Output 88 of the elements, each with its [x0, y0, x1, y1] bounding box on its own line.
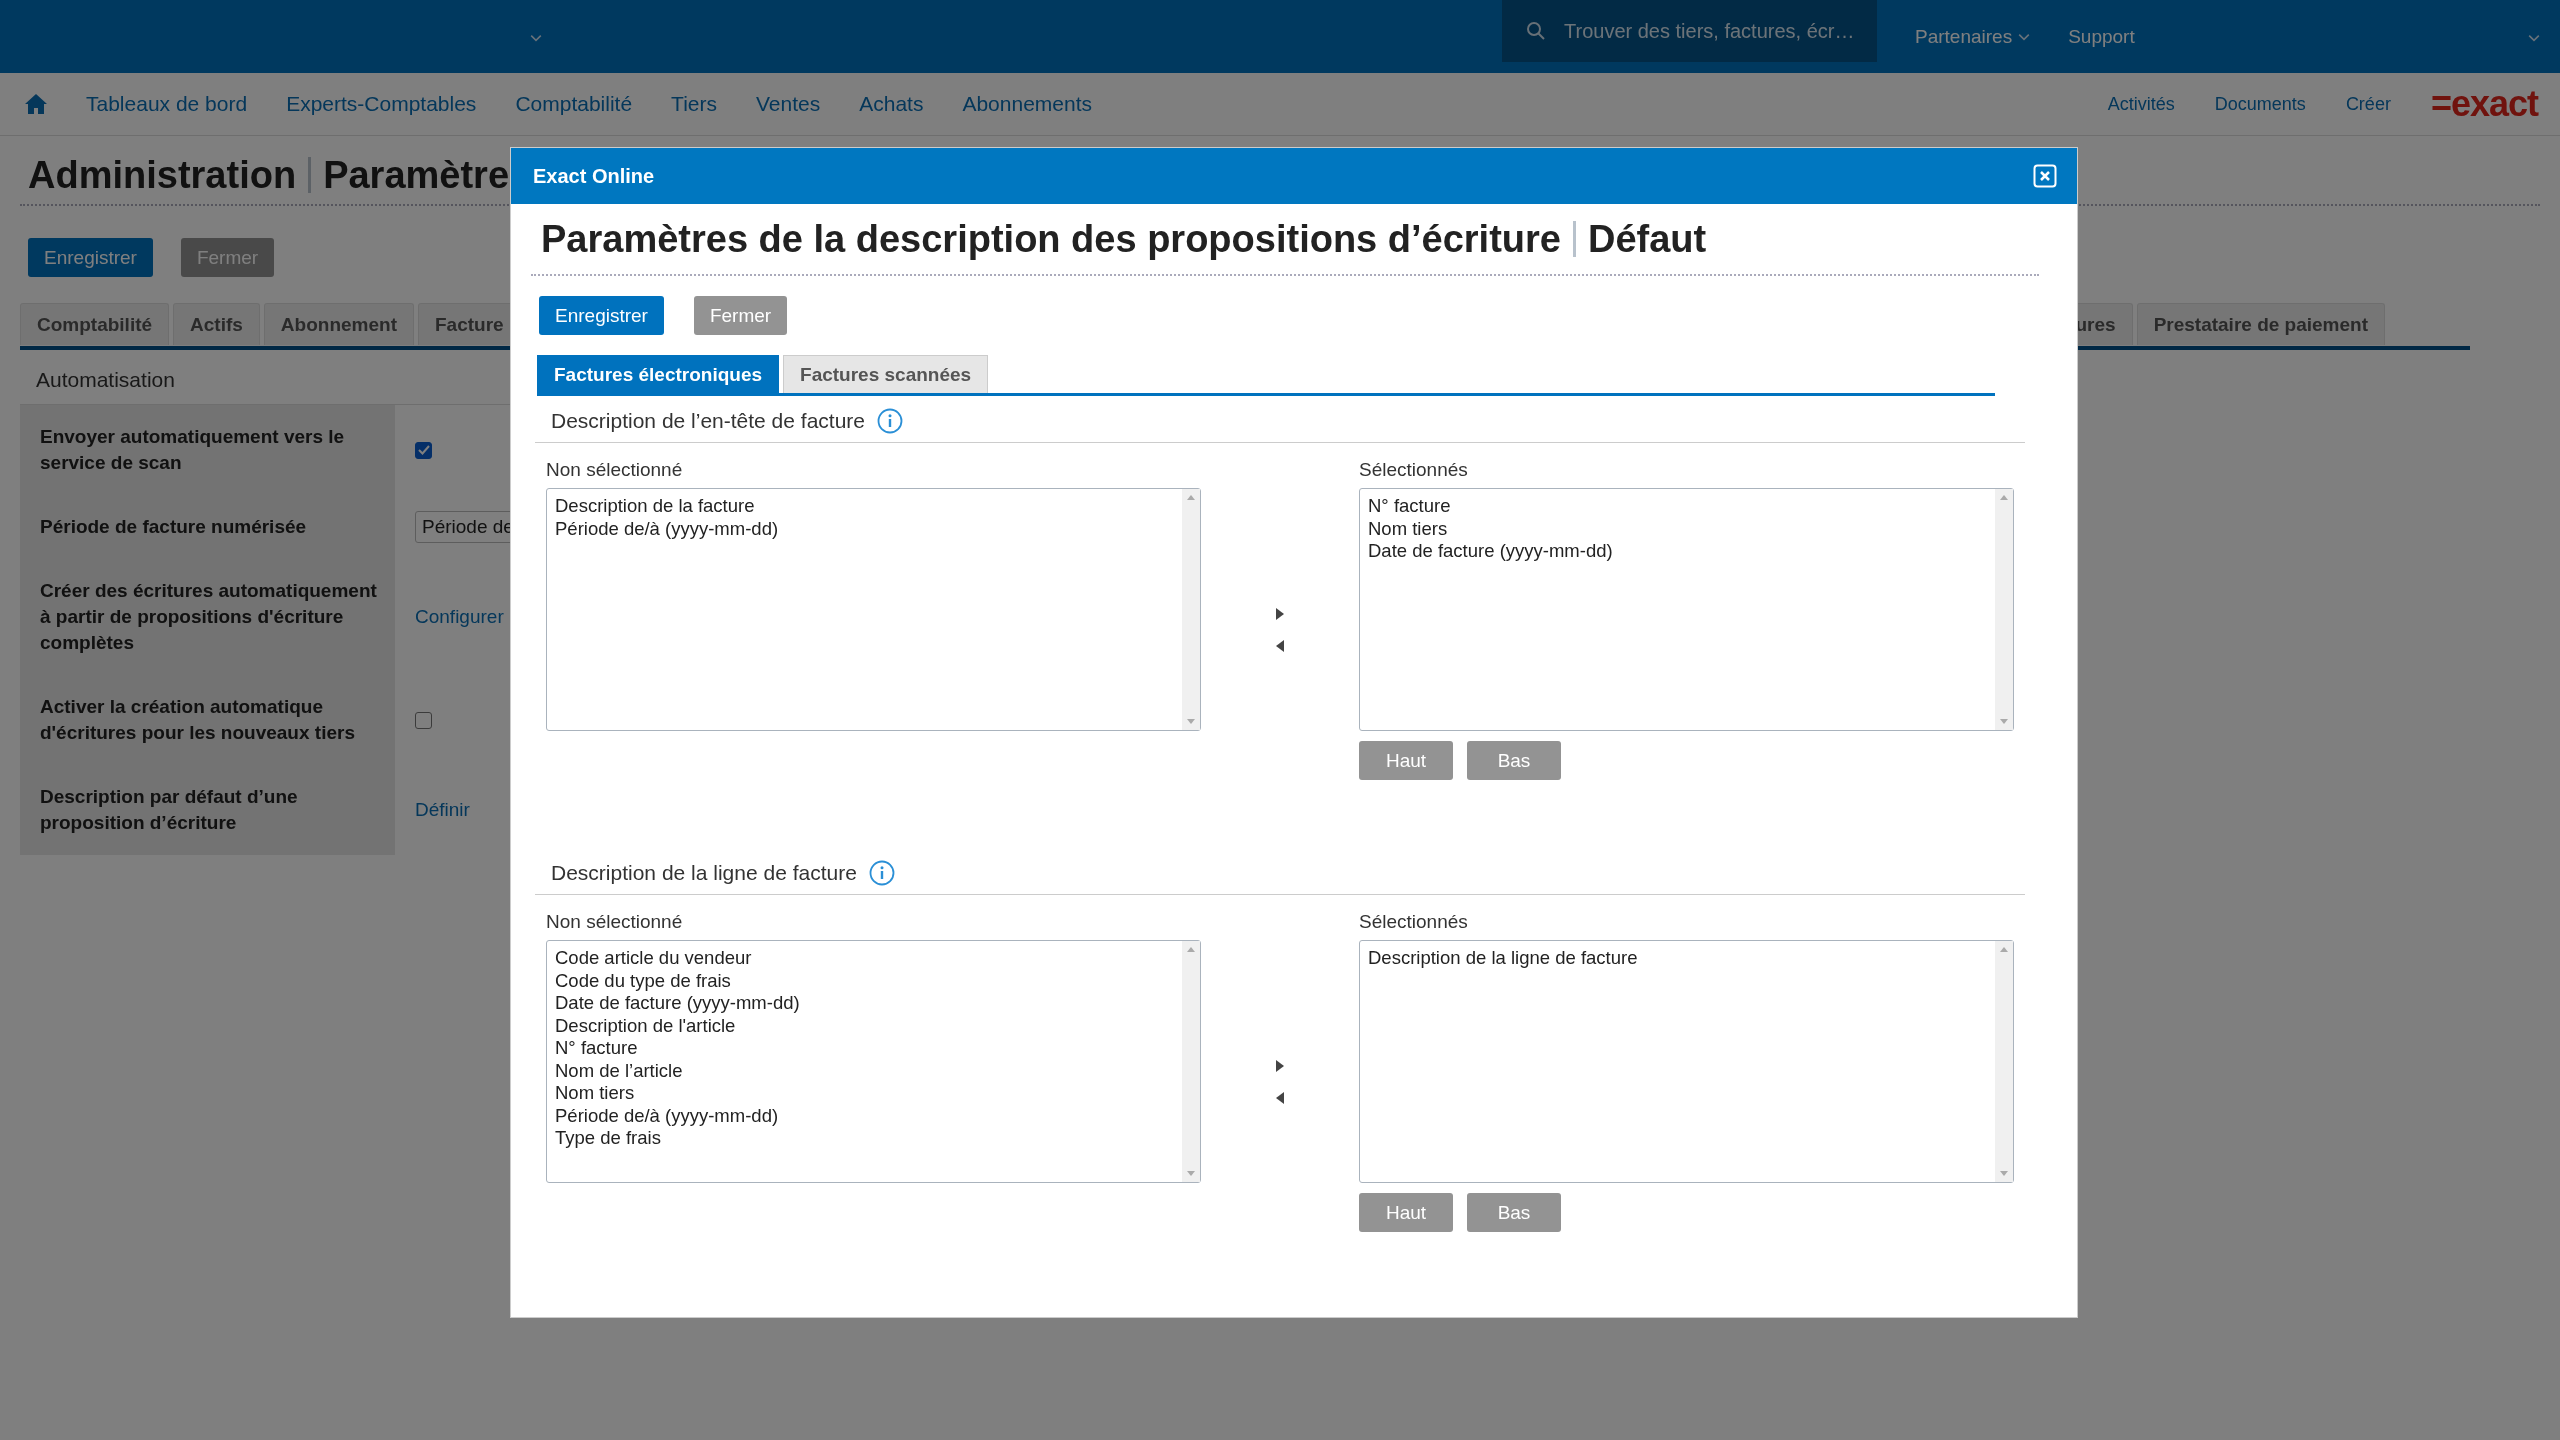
top-link[interactable]: Partenaires: [1915, 25, 2031, 48]
link[interactable]: Définir: [415, 799, 470, 821]
scroll-up-icon[interactable]: [2000, 495, 2008, 500]
list-label: Non sélectionné: [546, 911, 684, 933]
down-button[interactable]: Bas: [1467, 741, 1561, 780]
scrollbar[interactable]: [1995, 489, 2013, 730]
top-link[interactable]: Support: [2068, 25, 2135, 48]
checkbox[interactable]: [415, 441, 432, 459]
list-option[interactable]: Code du type de frais: [555, 969, 1174, 992]
logo: =exact: [2430, 83, 2538, 125]
nav-link[interactable]: Créer: [2345, 93, 2391, 115]
list-label: Sélectionnés: [1359, 459, 1469, 481]
search-field[interactable]: Trouver des tiers, factures, écr…: [1502, 0, 1877, 62]
list-box[interactable]: Description de la ligne de facture: [1359, 940, 2014, 1183]
close-icon[interactable]: [2033, 164, 2057, 188]
list-option[interactable]: Code article du vendeur: [555, 947, 1174, 970]
page-title: Administration: [28, 153, 297, 197]
list-option[interactable]: Nom tiers: [1368, 517, 1987, 540]
setting-label: Description par défaut d’une proposition d’écriture: [40, 785, 299, 835]
list-option[interactable]: Période de/à (yyyy-mm-dd): [555, 1104, 1174, 1127]
tab[interactable]: Abonnement: [263, 303, 414, 345]
tab[interactable]: Factures électroniques: [537, 355, 780, 393]
scroll-up-icon[interactable]: [2000, 947, 2008, 952]
list-label: Non sélectionné: [546, 459, 684, 481]
list-option[interactable]: Date de facture (yyyy-mm-dd): [555, 992, 1174, 1015]
nav-link[interactable]: Achats: [859, 92, 924, 116]
nav-link[interactable]: Abonnements: [962, 92, 1093, 116]
scroll-down-icon[interactable]: [1187, 1171, 1195, 1176]
page-subtitle: Paramètre: [323, 153, 510, 197]
list-box[interactable]: Description de la facture Période de/à (yyyy-mm-dd): [546, 488, 1201, 731]
up-button[interactable]: Haut: [1359, 1193, 1453, 1232]
home-icon[interactable]: [24, 93, 48, 115]
info-icon[interactable]: [877, 408, 903, 434]
tab[interactable]: Actifs: [173, 303, 260, 345]
list-box[interactable]: N° facture Nom tiers Date de facture (yyyy-mm-dd): [1359, 488, 2014, 731]
section-title: Description de la ligne de facture: [551, 861, 857, 885]
save-button[interactable]: Enregistrer: [539, 296, 664, 335]
section-title: Description de l’en-tête de facture: [551, 409, 865, 433]
list-option[interactable]: Type de frais: [555, 1127, 1174, 1150]
scroll-up-icon[interactable]: [1187, 947, 1195, 952]
scroll-down-icon[interactable]: [2000, 1171, 2008, 1176]
setting-label: Envoyer automatiquement vers le service de scan: [40, 425, 346, 475]
list-option[interactable]: Date de facture (yyyy-mm-dd): [1368, 540, 1987, 563]
tab[interactable]: Factures scannées: [783, 355, 989, 393]
dialog-subheading: Défaut: [1588, 217, 1707, 261]
search-icon: [1526, 21, 1546, 41]
close-button[interactable]: Fermer: [693, 296, 788, 335]
dialog-title: Exact Online: [533, 164, 655, 188]
list-option[interactable]: Nom de l’article: [555, 1059, 1174, 1082]
scroll-down-icon[interactable]: [2000, 719, 2008, 724]
setting-label: Période de facture numérisée: [40, 515, 307, 539]
tab[interactable]: Prestataire de paiement: [2136, 303, 2385, 345]
nav-link[interactable]: Tiers: [671, 92, 717, 116]
list-option[interactable]: Description de la ligne de facture: [1368, 947, 1987, 970]
checkbox[interactable]: [415, 711, 432, 729]
list-box[interactable]: Code article du vendeur Code du type de frais Date de facture (yyyy-mm-dd) Description de l'article N° facture Nom de l’article Nom tiers Période de/à (yyyy-mm-dd) Type de frais: [546, 940, 1201, 1183]
nav-link[interactable]: Comptabilité: [515, 92, 633, 116]
setting-label: Créer des écritures automatiquement à partir de propositions d'écriture complètes: [40, 579, 377, 655]
scrollbar[interactable]: [1995, 941, 2013, 1182]
scrollbar[interactable]: [1182, 489, 1200, 730]
list-label: Sélectionnés: [1359, 911, 1469, 933]
move-left-icon[interactable]: [1276, 639, 1284, 652]
up-button[interactable]: Haut: [1359, 741, 1453, 780]
save-button[interactable]: Enregistrer: [28, 238, 153, 277]
list-option[interactable]: N° facture: [555, 1037, 1174, 1060]
nav-link[interactable]: Experts-Comptables: [286, 92, 477, 116]
list-option[interactable]: N° facture: [1368, 495, 1987, 518]
down-button[interactable]: Bas: [1467, 1193, 1561, 1232]
nav-link[interactable]: Activités: [2107, 93, 2175, 115]
move-right-icon[interactable]: [1276, 1059, 1284, 1072]
info-icon[interactable]: [868, 860, 895, 886]
move-left-icon[interactable]: [1276, 1091, 1284, 1104]
list-option[interactable]: Nom tiers: [555, 1082, 1174, 1105]
scroll-down-icon[interactable]: [1187, 719, 1195, 724]
setting-label: Activer la création automatique d'écritures pour les nouveaux tiers: [40, 695, 356, 745]
chevron-down-icon: [530, 33, 542, 42]
list-option[interactable]: Description de l'article: [555, 1014, 1174, 1037]
move-right-icon[interactable]: [1276, 607, 1284, 620]
chevron-down-icon: [2528, 33, 2540, 42]
nav-link[interactable]: Documents: [2214, 93, 2306, 115]
link[interactable]: Configurer: [415, 606, 504, 628]
scrollbar[interactable]: [1182, 941, 1200, 1182]
scroll-up-icon[interactable]: [1187, 495, 1195, 500]
dialog-heading: Paramètres de la description des propositions d’écriture: [541, 217, 1561, 261]
nav-link[interactable]: Tableaux de bord: [86, 92, 248, 116]
nav-link[interactable]: Ventes: [756, 92, 821, 116]
tab[interactable]: Comptabilité: [20, 303, 170, 345]
chevron-down-icon: [2018, 32, 2031, 41]
